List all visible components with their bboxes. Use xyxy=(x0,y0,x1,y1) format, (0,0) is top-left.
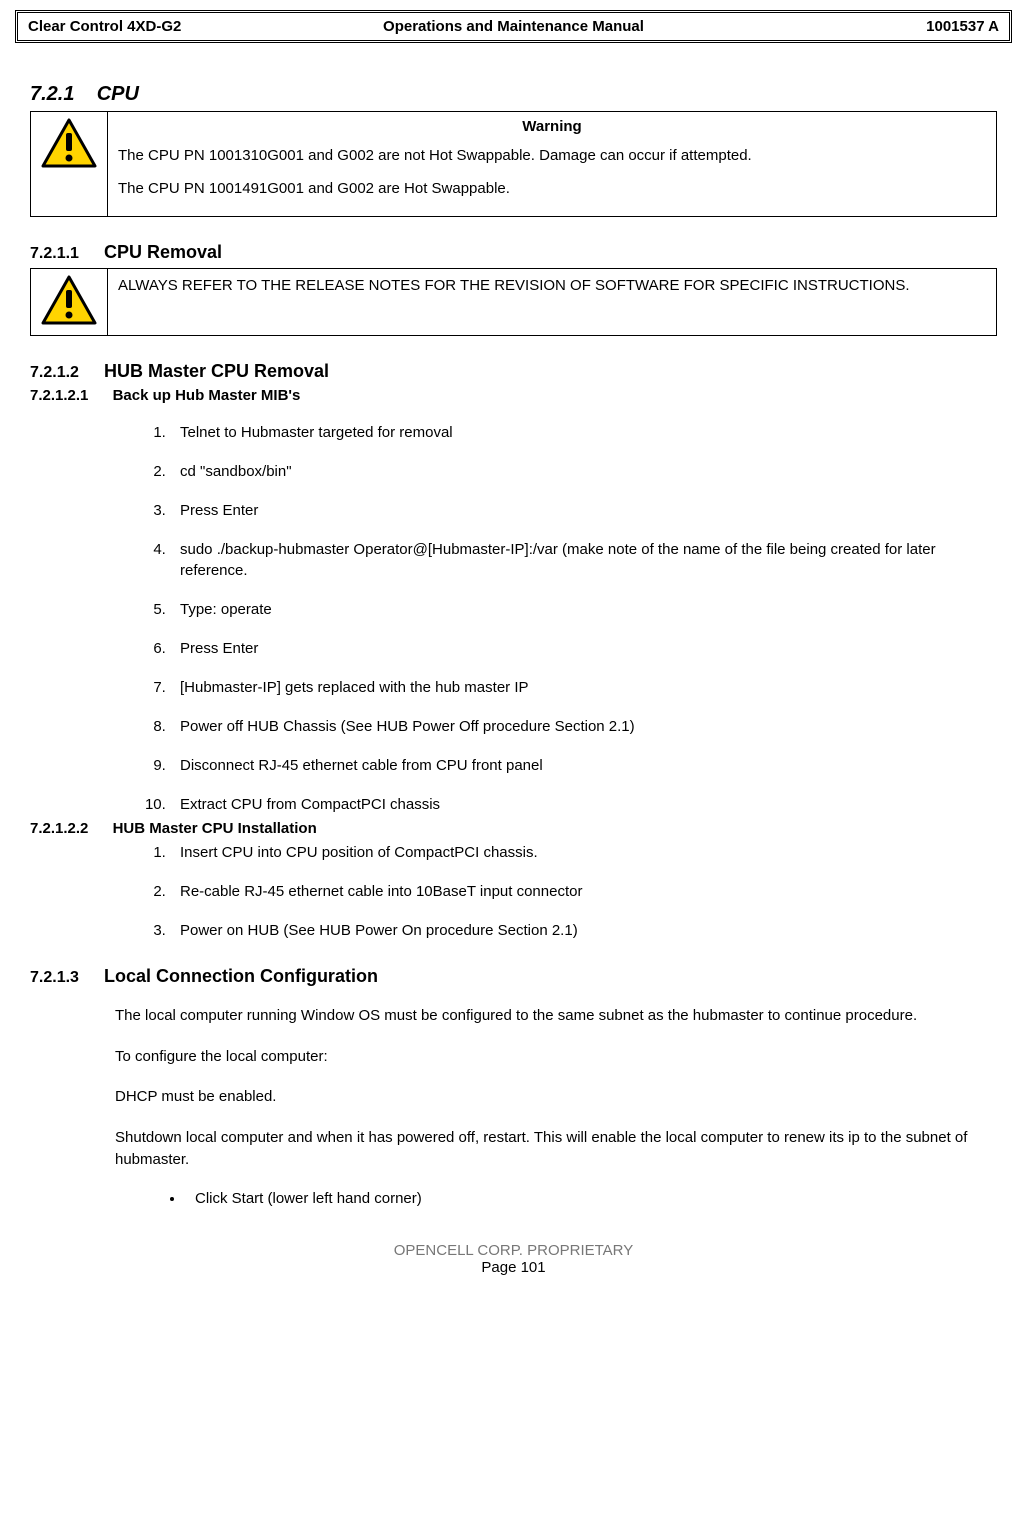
warning-body: ALWAYS REFER TO THE RELEASE NOTES FOR TH… xyxy=(108,269,997,336)
list-item: sudo ./backup-hubmaster Operator@[Hubmas… xyxy=(170,539,982,581)
list-item: [Hubmaster-IP] gets replaced with the hu… xyxy=(170,677,982,698)
warning-box-1: Warning The CPU PN 1001310G001 and G002 … xyxy=(30,111,997,217)
heading-number: 7.2.1.1 xyxy=(30,245,79,262)
header-left: Clear Control 4XD-G2 xyxy=(28,18,271,35)
heading-title: HUB Master CPU Removal xyxy=(104,361,329,381)
steps-list-1: Telnet to Hubmaster targeted for removal… xyxy=(170,422,982,815)
list-item: Telnet to Hubmaster targeted for removal xyxy=(170,422,982,443)
heading-7-2-1-2-1: 7.2.1.2.1 Back up Hub Master MIB's xyxy=(30,387,1012,404)
warning-triangle-icon xyxy=(41,118,97,172)
paragraph: The local computer running Window OS mus… xyxy=(115,1005,997,1028)
steps-list-2: Insert CPU into CPU position of CompactP… xyxy=(170,842,982,941)
list-item: Power off HUB Chassis (See HUB Power Off… xyxy=(170,716,982,737)
heading-7-2-1-2-2: 7.2.1.2.2 HUB Master CPU Installation xyxy=(30,820,1012,837)
list-item: cd "sandbox/bin" xyxy=(170,461,982,482)
warning-body: Warning The CPU PN 1001310G001 and G002 … xyxy=(108,112,997,217)
warning-icon-cell xyxy=(31,112,108,217)
heading-number: 7.2.1.3 xyxy=(30,969,79,986)
heading-7-2-1-2: 7.2.1.2 HUB Master CPU Removal xyxy=(30,361,1012,382)
warning-title: Warning xyxy=(118,118,986,135)
warning-line-2: The CPU PN 1001491G001 and G002 are Hot … xyxy=(118,178,986,201)
heading-7-2-1: 7.2.1 CPU xyxy=(30,83,1012,106)
list-item: Type: operate xyxy=(170,599,982,620)
list-item: Press Enter xyxy=(170,638,982,659)
page-footer: OPENCELL CORP. PROPRIETARY Page 101 xyxy=(15,1242,1012,1276)
footer-page-number: Page 101 xyxy=(15,1259,1012,1276)
list-item: Disconnect RJ-45 ethernet cable from CPU… xyxy=(170,755,982,776)
list-item: Power on HUB (See HUB Power On procedure… xyxy=(170,920,982,941)
list-item: Insert CPU into CPU position of CompactP… xyxy=(170,842,982,863)
heading-title: CPU xyxy=(97,83,139,105)
heading-number: 7.2.1.2.2 xyxy=(30,820,88,837)
header-center: Operations and Maintenance Manual xyxy=(271,18,757,35)
heading-7-2-1-1: 7.2.1.1 CPU Removal xyxy=(30,242,1012,263)
footer-proprietary: OPENCELL CORP. PROPRIETARY xyxy=(15,1242,1012,1259)
heading-title: HUB Master CPU Installation xyxy=(113,820,317,837)
warning-line-1: The CPU PN 1001310G001 and G002 are not … xyxy=(118,145,986,168)
heading-title: CPU Removal xyxy=(104,242,222,262)
bullet-list: Click Start (lower left hand corner) xyxy=(185,1190,1012,1207)
heading-title: Back up Hub Master MIB's xyxy=(113,387,301,404)
list-item: Click Start (lower left hand corner) xyxy=(185,1190,1012,1207)
list-item: Press Enter xyxy=(170,500,982,521)
paragraph: To configure the local computer: xyxy=(115,1046,997,1069)
heading-number: 7.2.1 xyxy=(30,83,74,105)
list-item: Re-cable RJ-45 ethernet cable into 10Bas… xyxy=(170,881,982,902)
page-header: Clear Control 4XD-G2 Operations and Main… xyxy=(15,10,1012,43)
warning-box-2: ALWAYS REFER TO THE RELEASE NOTES FOR TH… xyxy=(30,268,997,336)
heading-number: 7.2.1.2.1 xyxy=(30,387,88,404)
warning-icon-cell xyxy=(31,269,108,336)
warning-text: ALWAYS REFER TO THE RELEASE NOTES FOR TH… xyxy=(118,277,910,294)
heading-7-2-1-3: 7.2.1.3 Local Connection Configuration xyxy=(30,966,1012,987)
list-item: Extract CPU from CompactPCI chassis xyxy=(170,794,982,815)
paragraph: DHCP must be enabled. xyxy=(115,1086,997,1109)
paragraph: Shutdown local computer and when it has … xyxy=(115,1127,997,1172)
heading-title: Local Connection Configuration xyxy=(104,966,378,986)
warning-triangle-icon xyxy=(41,275,97,329)
header-right: 1001537 A xyxy=(756,18,999,35)
heading-number: 7.2.1.2 xyxy=(30,364,79,381)
